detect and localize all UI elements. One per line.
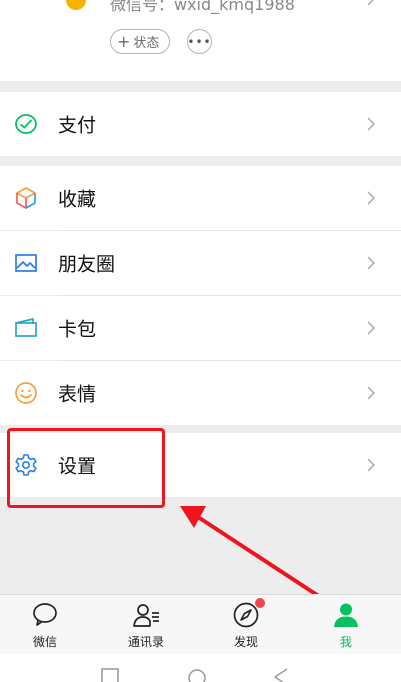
tab-label-discover: 发现 bbox=[233, 635, 258, 649]
annotation-arrow bbox=[180, 506, 342, 612]
tab-contacts[interactable]: 通讯录 bbox=[96, 595, 196, 655]
tab-me[interactable]: 我 bbox=[296, 595, 396, 655]
tab-label-chats: 微信 bbox=[32, 635, 57, 649]
system-nav-bar bbox=[0, 654, 401, 682]
tab-label-me: 我 bbox=[339, 635, 352, 649]
back-icon[interactable] bbox=[273, 668, 289, 682]
tab-label-contacts: 通讯录 bbox=[127, 635, 164, 649]
contacts-icon bbox=[133, 604, 159, 627]
tab-bar: 微信 通讯录 发现 我 bbox=[0, 594, 401, 654]
tab-discover[interactable]: 发现 bbox=[196, 595, 296, 655]
chat-bubble-icon bbox=[33, 603, 57, 626]
home-icon[interactable] bbox=[187, 668, 207, 682]
recent-apps-icon[interactable] bbox=[101, 668, 119, 682]
discover-notification-dot bbox=[255, 598, 265, 608]
person-icon bbox=[334, 603, 358, 627]
tab-chats[interactable]: 微信 bbox=[0, 595, 95, 655]
